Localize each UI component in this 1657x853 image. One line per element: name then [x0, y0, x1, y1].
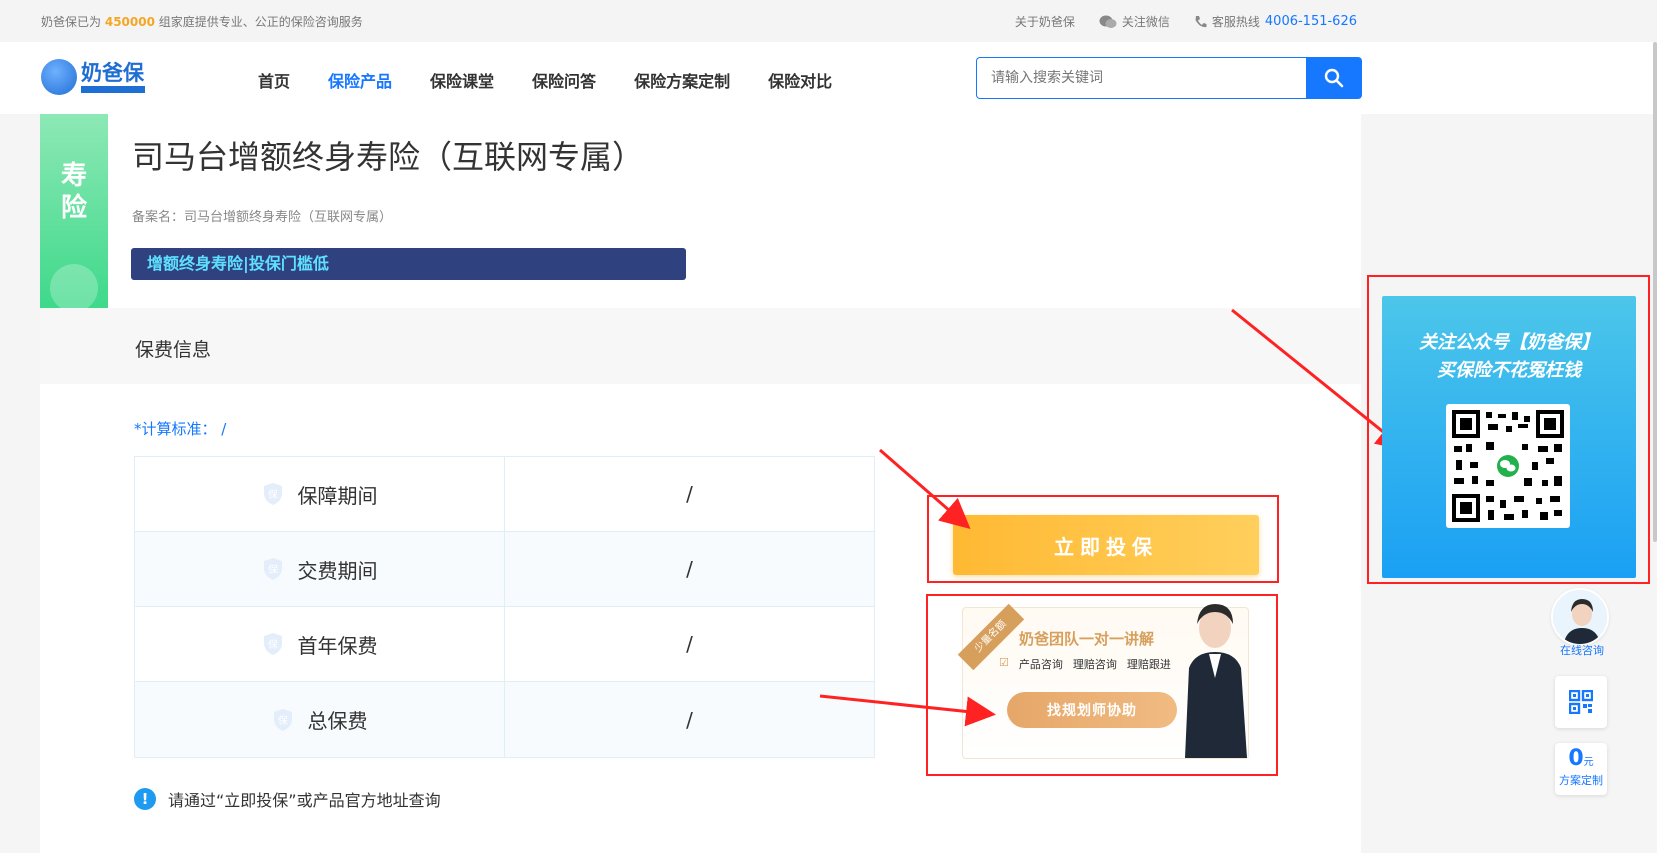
online-consult-avatar[interactable] — [1551, 588, 1609, 646]
qr-code — [1446, 404, 1570, 528]
arrow-to-advisor — [819, 694, 996, 727]
arrow-to-qr — [1231, 308, 1407, 451]
wechat-qr-panel: 关注公众号【奶爸保】 买保险不花冤枉钱 — [1382, 296, 1636, 578]
qr-side-button[interactable] — [1555, 676, 1607, 728]
qrcode-icon — [1569, 690, 1593, 714]
online-consult-label[interactable]: 在线咨询 — [1552, 642, 1612, 658]
page-scrollbar[interactable] — [1653, 42, 1657, 542]
plan-label: 方案定制 — [1559, 774, 1603, 787]
qr-subline: 买保险不花冤枉钱 — [1437, 360, 1581, 381]
plan-custom-button[interactable]: 0元 方案定制 — [1555, 743, 1607, 795]
plan-price: 0 — [1568, 746, 1584, 771]
plan-price-wrap: 0元 — [1568, 748, 1594, 772]
qr-code-icon — [1452, 410, 1564, 522]
arrow-to-buy — [879, 448, 971, 529]
plan-unit: 元 — [1583, 757, 1594, 768]
qr-headline: 关注公众号【奶爸保】 — [1419, 332, 1599, 353]
